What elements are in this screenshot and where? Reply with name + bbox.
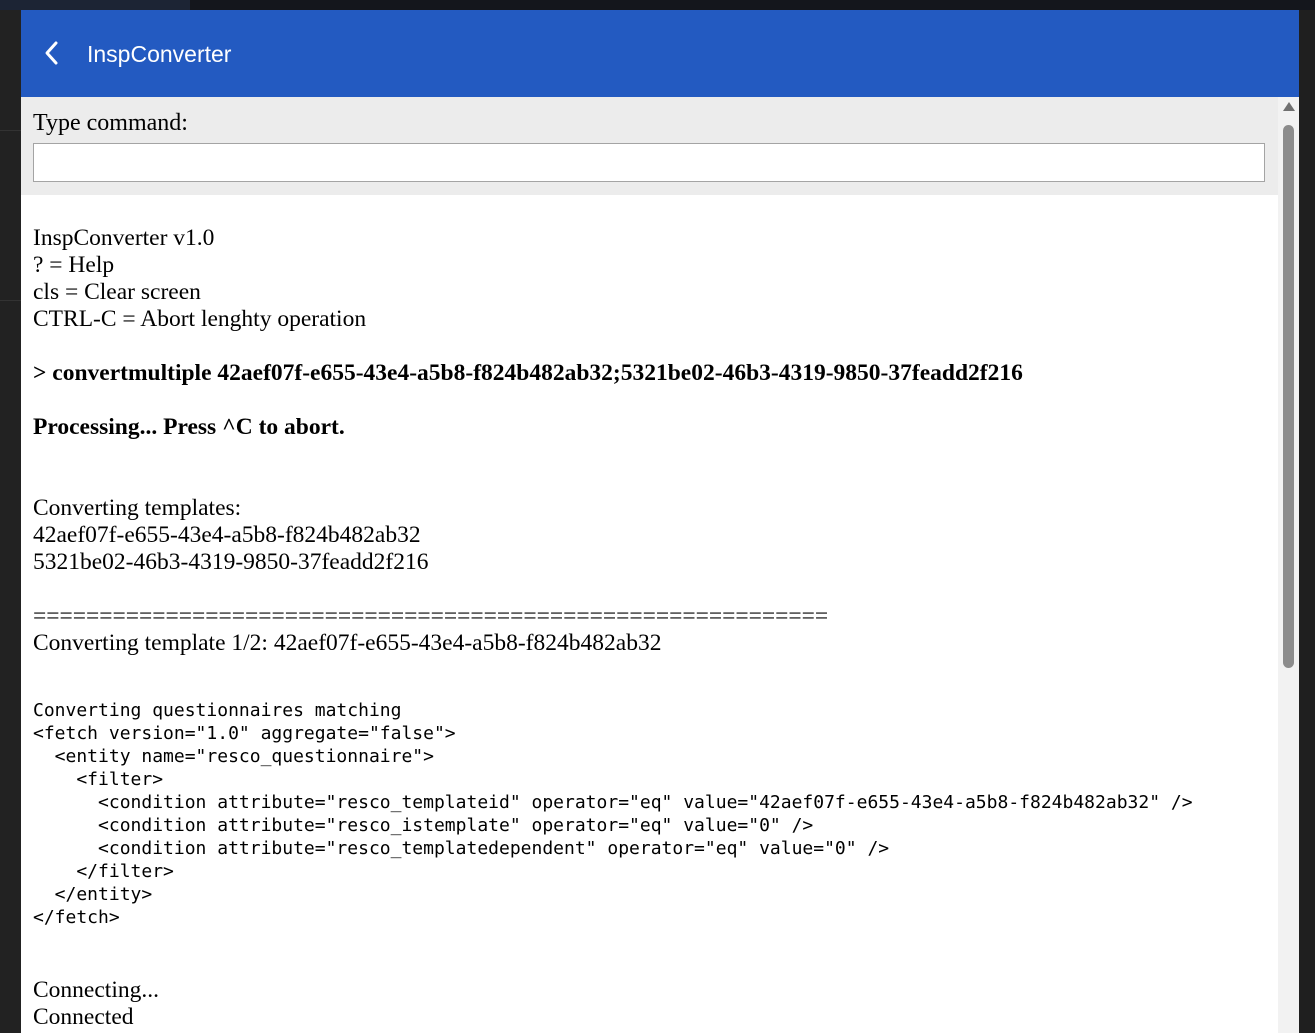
output-blank [33,441,1273,468]
back-button[interactable] [38,37,66,69]
fetch-line: <fetch version="1.0" aggregate="false"> [33,723,456,744]
output-line: cls = Clear screen [33,279,201,305]
background-divider [0,130,21,131]
output-spacer [33,684,1273,699]
separator-line: ========================================… [33,603,829,629]
output-line: InspConverter v1.0 [33,225,215,251]
fetch-line: </filter> [33,861,174,882]
fetch-line: <entity name="resco_questionnaire"> [33,746,434,767]
output-blank [33,387,1273,414]
header-bar: InspConverter [21,10,1299,97]
output-line: Converting template 1/2: 42aef07f-e655-4… [33,630,662,656]
template-id: 5321be02-46b3-4319-9850-37feadd2f216 [33,549,429,575]
fetch-line: <condition attribute="resco_templateid" … [33,792,1193,813]
fetch-line: Converting questionnaires matching [33,700,402,721]
fetch-line: <filter> [33,769,164,790]
background-divider [0,300,21,301]
template-id: 42aef07f-e655-43e4-a5b8-f824b482ab32 [33,522,421,548]
background-edge [1299,10,1315,1033]
top-strip [0,0,1315,10]
output-line: ? = Help [33,252,115,278]
command-echo: > convertmultiple 42aef07f-e655-43e4-a5b… [33,360,1023,386]
output-blank [33,657,1273,684]
output-spacer [33,956,1273,977]
output-line: CTRL-C = Abort lenghty operation [33,306,367,332]
scrollbar[interactable] [1278,97,1299,1033]
output-line: Converting templates: [33,495,242,521]
page-title: InspConverter [87,41,232,67]
arrow-up-icon[interactable] [1283,102,1295,111]
output-blank [33,468,1273,495]
fetch-line: </entity> [33,884,153,905]
command-label: Type command: [33,110,188,136]
command-input[interactable] [33,143,1265,182]
command-bar: Type command: [21,97,1278,195]
processing-message: Processing... Press ^C to abort. [33,414,345,440]
fetch-line: <condition attribute="resco_templatedepe… [33,838,890,859]
top-strip-accent [0,0,190,10]
chevron-left-icon [45,41,58,65]
output-blank [33,576,1273,603]
console-output: InspConverter v1.0 ? = Help cls = Clear … [33,225,1273,1031]
background-app [0,10,21,1033]
output-blank [33,929,1273,956]
fetch-line: <condition attribute="resco_istemplate" … [33,815,814,836]
output-line: Connecting... [33,977,159,1003]
converter-dialog: InspConverter Type command: InspConverte… [21,10,1299,1033]
scrollbar-thumb[interactable] [1283,125,1294,668]
output-blank [33,333,1273,360]
output-line: Connected [33,1004,134,1030]
fetch-line: </fetch> [33,907,120,928]
